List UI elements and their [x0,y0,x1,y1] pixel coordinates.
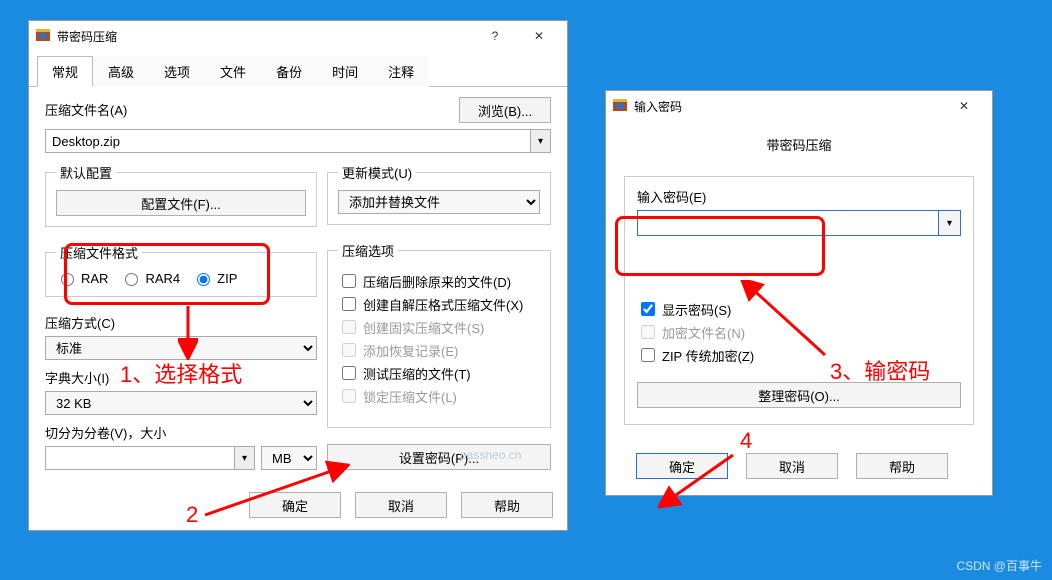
radio-zip[interactable]: ZIP [192,270,237,286]
default-profile-legend: 默认配置 [56,163,116,182]
cancel-button[interactable]: 取消 [355,492,447,518]
split-size-input[interactable] [46,447,234,469]
app-icon [612,98,628,114]
pw-help-button[interactable]: 帮助 [856,453,948,479]
password-dialog: 输入密码 ✕ 带密码压缩 输入密码(E) ▾ 显示密码(S) 加密文件名(N) … [605,90,993,496]
ok-button[interactable]: 确定 [249,492,341,518]
dict-select[interactable]: 32 KB [45,391,317,415]
tab-general[interactable]: 常规 [37,56,93,87]
help-button[interactable]: 帮助 [461,492,553,518]
default-profile-group: 默认配置 配置文件(F)... [45,163,317,227]
pw-titlebar: 输入密码 ✕ [606,91,992,121]
split-size-dropdown[interactable]: ▾ [234,447,254,469]
format-legend: 压缩文件格式 [56,243,142,262]
method-label: 压缩方式(C) [45,313,317,332]
password-input[interactable] [638,211,938,235]
manage-passwords-button[interactable]: 整理密码(O)... [637,382,961,408]
password-dropdown-button[interactable]: ▾ [938,211,960,235]
tab-options[interactable]: 选项 [149,56,205,87]
split-size-combo[interactable]: ▾ [45,446,255,470]
split-unit-select[interactable]: MB [261,446,317,470]
pw-group: 输入密码(E) ▾ 显示密码(S) 加密文件名(N) ZIP 传统加密(Z) 整… [624,176,974,425]
window-title: 带密码压缩 [57,28,473,45]
pw-cancel-button[interactable]: 取消 [746,453,838,479]
credit: CSDN @百事牛 [956,557,1042,574]
archive-dialog: 带密码压缩 ? ✕ 常规 高级 选项 文件 备份 时间 注释 压缩文件名(A) … [28,20,568,531]
tab-advanced[interactable]: 高级 [93,56,149,87]
help-titlebutton[interactable]: ? [473,22,517,50]
profile-button[interactable]: 配置文件(F)... [56,190,306,216]
format-group: 压缩文件格式 RAR RAR4 ZIP [45,243,317,297]
dialog-footer: 确定 取消 帮助 [29,482,567,530]
titlebar: 带密码压缩 ? ✕ [29,21,567,51]
filename-label: 压缩文件名(A) [45,100,449,119]
split-label: 切分为分卷(V)，大小 [45,423,317,442]
pw-close-button[interactable]: ✕ [942,92,986,120]
chk-sfx[interactable]: 创建自解压格式压缩文件(X) [338,294,540,314]
filename-input[interactable] [46,130,530,152]
method-select[interactable]: 标准 [45,336,317,360]
tab-bar: 常规 高级 选项 文件 备份 时间 注释 [29,55,567,87]
chk-recovery: 添加恢复记录(E) [338,340,540,360]
radio-rar[interactable]: RAR [56,270,108,286]
pw-footer: 确定 取消 帮助 [606,443,992,495]
update-mode-legend: 更新模式(U) [338,163,416,182]
pw-label: 输入密码(E) [637,187,961,206]
chk-solid: 创建固实压缩文件(S) [338,317,540,337]
filename-dropdown-button[interactable]: ▾ [530,130,550,152]
app-icon [35,28,51,44]
chk-lock: 锁定压缩文件(L) [338,386,540,406]
radio-rar4[interactable]: RAR4 [120,270,180,286]
pw-window-title: 输入密码 [634,98,942,115]
tab-files[interactable]: 文件 [205,56,261,87]
chk-show-password[interactable]: 显示密码(S) [637,299,961,319]
tab-comment[interactable]: 注释 [373,56,429,87]
filename-combo[interactable]: ▾ [45,129,551,153]
dict-label: 字典大小(I) [45,368,317,387]
chk-delete-after[interactable]: 压缩后删除原来的文件(D) [338,271,540,291]
update-mode-select[interactable]: 添加并替换文件 [338,190,540,214]
pw-ok-button[interactable]: 确定 [636,453,728,479]
browse-button[interactable]: 浏览(B)... [459,97,551,123]
update-mode-group: 更新模式(U) 添加并替换文件 [327,163,551,225]
compress-options-legend: 压缩选项 [338,241,398,260]
tab-time[interactable]: 时间 [317,56,373,87]
set-password-button[interactable]: 设置密码(P)... [327,444,551,470]
chk-zip-legacy[interactable]: ZIP 传统加密(Z) [637,345,961,365]
close-titlebutton[interactable]: ✕ [517,22,561,50]
chk-test[interactable]: 测试压缩的文件(T) [338,363,540,383]
compress-options-group: 压缩选项 压缩后删除原来的文件(D) 创建自解压格式压缩文件(X) 创建固实压缩… [327,241,551,428]
pw-header: 带密码压缩 [624,135,974,154]
password-combo[interactable]: ▾ [637,210,961,236]
chk-encrypt-names: 加密文件名(N) [637,322,961,342]
tab-backup[interactable]: 备份 [261,56,317,87]
